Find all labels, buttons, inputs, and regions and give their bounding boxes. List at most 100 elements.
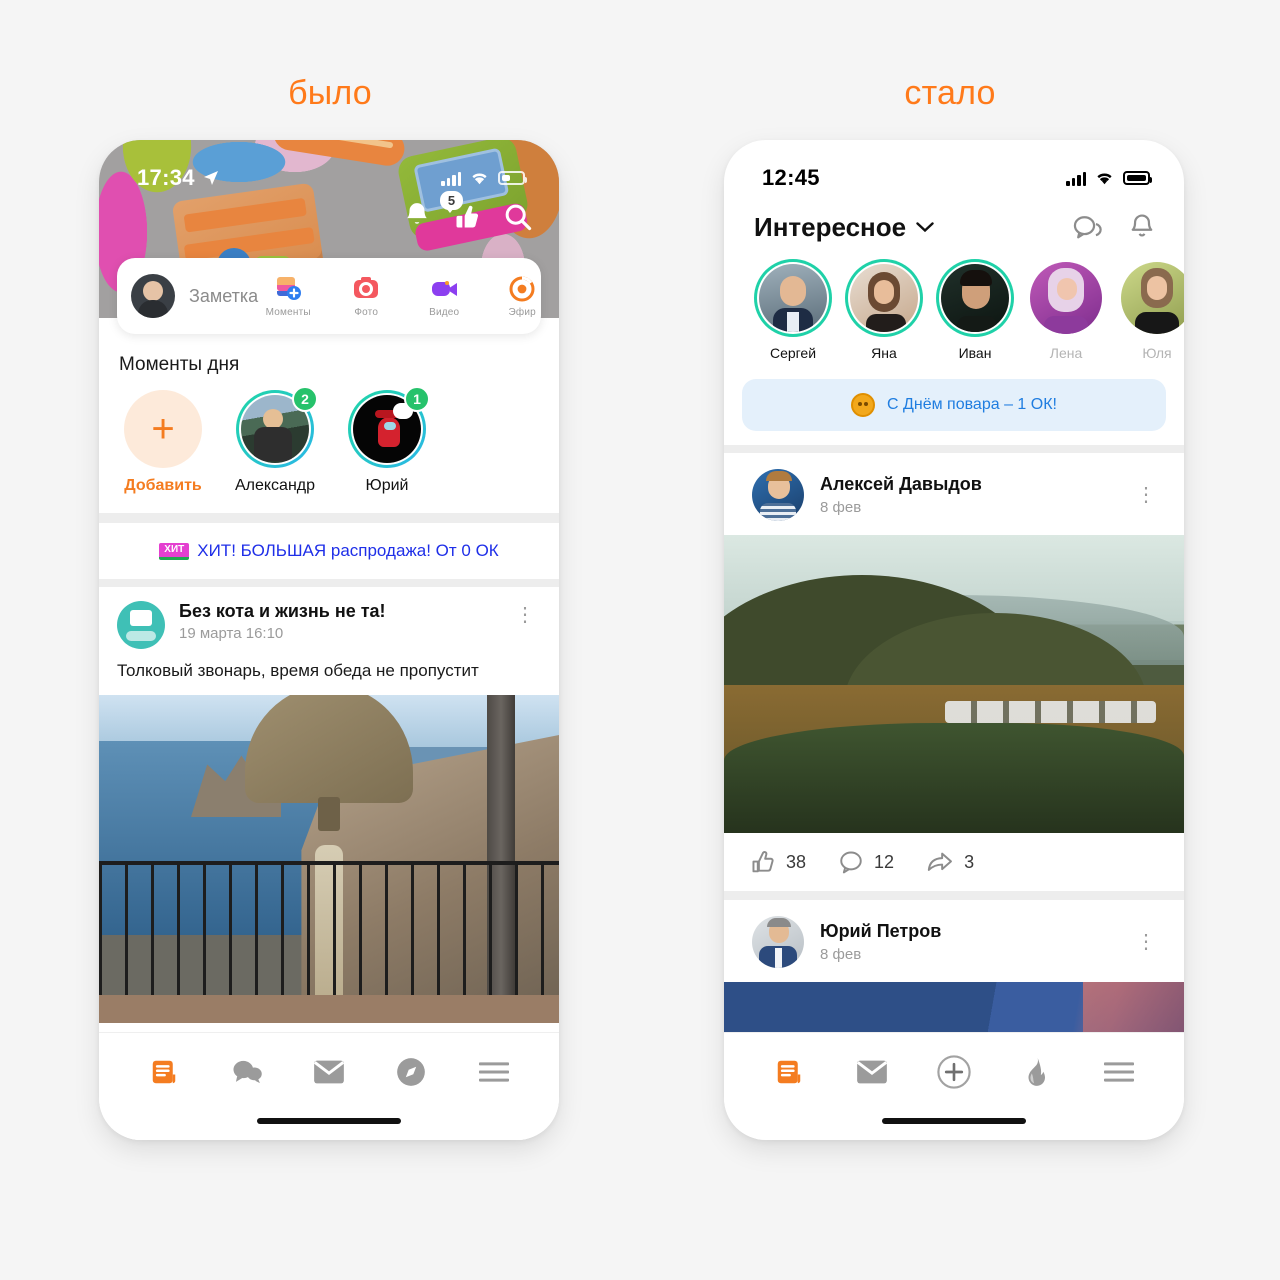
status-time: 12:45 [762, 165, 820, 190]
composer-action-live[interactable]: Эфир [492, 274, 552, 318]
discussions-icon[interactable] [1072, 214, 1104, 242]
discussions-icon [233, 1060, 262, 1084]
moment-count-badge: 2 [292, 386, 318, 412]
phone-before: 5 17:34 [99, 140, 559, 1140]
post-author-avatar[interactable] [752, 469, 804, 521]
composer-action-moments[interactable]: Моменты [258, 274, 318, 318]
story-name: Юля [1142, 345, 1172, 361]
wifi-icon [472, 172, 487, 184]
bell-icon[interactable] [1128, 213, 1156, 243]
feed-title-dropdown[interactable]: Интересное [754, 212, 934, 243]
post-photo-sky[interactable] [724, 982, 1184, 1038]
status-time: 17:34 [137, 165, 195, 190]
post-author-avatar[interactable] [752, 916, 804, 968]
kebab-menu-icon[interactable]: ⋮ [509, 601, 541, 629]
kebab-menu-icon[interactable]: ⋮ [1130, 928, 1162, 956]
story-item[interactable]: Сергей [754, 259, 832, 361]
promo-text: С Днём повара – 1 ОК! [887, 396, 1057, 413]
composer-action-photo[interactable]: Фото [336, 274, 396, 318]
bell-icon[interactable] [403, 202, 431, 232]
post-photo-landscape[interactable] [724, 535, 1184, 833]
composer-action-video[interactable]: Видео [414, 274, 474, 318]
photo-camera-icon [336, 274, 396, 304]
story-name: Яна [871, 345, 897, 361]
feed-icon [152, 1060, 176, 1084]
post-composer[interactable]: Заметка Моменты Фото Видео Эфир [117, 258, 541, 334]
header-actions-left: 5 [403, 191, 533, 232]
post-photo-bell[interactable] [99, 695, 559, 1023]
moment-count-badge: 1 [404, 386, 430, 412]
share-button[interactable]: 3 [926, 849, 974, 875]
tab-menu[interactable] [466, 1051, 522, 1093]
story-item[interactable]: Лена [1027, 259, 1105, 361]
tab-feed[interactable] [136, 1051, 192, 1093]
wifi-icon [1097, 172, 1112, 184]
story-ring [936, 259, 1014, 337]
tab-compass[interactable] [383, 1051, 439, 1093]
post-author-avatar[interactable] [117, 601, 165, 649]
like-button[interactable]: 38 [750, 849, 806, 875]
status-bar-left: 17:34 [99, 140, 559, 202]
promo-banner-right[interactable]: С Днём повара – 1 ОК! [742, 379, 1166, 431]
story-ring [1118, 259, 1184, 337]
section-divider [724, 445, 1184, 453]
add-moment-circle: + [124, 390, 202, 468]
caption-after: стало [904, 74, 996, 112]
header-actions-right [1072, 213, 1156, 243]
tab-add-post[interactable] [926, 1051, 982, 1093]
moment-add[interactable]: + Добавить [119, 390, 207, 495]
tab-flame[interactable] [1008, 1051, 1064, 1093]
post-header: Юрий Петров 8 фев ⋮ [724, 900, 1184, 982]
story-name: Сергей [769, 345, 817, 361]
story-item[interactable]: Иван [936, 259, 1014, 361]
comment-button[interactable]: 12 [838, 849, 894, 875]
like-count: 38 [786, 851, 807, 872]
post-header: Алексей Давыдов 8 фев ⋮ [724, 453, 1184, 535]
moment-label: Добавить [124, 477, 202, 494]
story-ring [1027, 259, 1105, 337]
moment-ring: 1 [348, 386, 430, 468]
search-icon[interactable] [503, 202, 533, 232]
user-avatar[interactable] [131, 274, 175, 318]
post-author-name[interactable]: Юрий Петров [820, 921, 1130, 942]
tab-feed[interactable] [761, 1051, 817, 1093]
tab-messages[interactable] [844, 1051, 900, 1093]
moment-ring: 2 [236, 386, 318, 468]
tab-bar-left [99, 1032, 559, 1140]
flame-icon [1028, 1058, 1046, 1086]
story-item[interactable]: Юля [1118, 259, 1184, 361]
cellular-signal-icon [441, 171, 461, 186]
story-avatar [1030, 262, 1102, 334]
add-post-icon [937, 1055, 971, 1089]
location-arrow-icon [203, 171, 218, 185]
battery-icon [1123, 171, 1152, 185]
section-divider [99, 579, 559, 587]
moments-section: Моменты дня + Добавить 2 Александр 1 Юри… [99, 336, 559, 495]
promo-banner-left[interactable]: ХИТ ХИТ! БОЛЬШАЯ распродажа! От 0 ОК [99, 523, 559, 579]
share-count: 3 [964, 851, 975, 872]
likes-count-badge: 5 [440, 191, 463, 213]
story-item[interactable]: Яна [845, 259, 923, 361]
likes-button[interactable]: 5 [440, 191, 481, 231]
moments-title: Моменты дня [119, 354, 240, 375]
messages-icon [856, 1060, 887, 1084]
moment-item[interactable]: 2 Александр [231, 386, 319, 495]
post-date: 19 марта 16:10 [179, 625, 284, 642]
tab-discussions[interactable] [219, 1051, 275, 1093]
home-indicator [882, 1118, 1026, 1124]
caption-before: было [288, 74, 372, 112]
post-author-name[interactable]: Без кота и жизнь не та! [179, 601, 509, 622]
story-avatar [1121, 262, 1184, 334]
status-bar-right: 12:45 [724, 140, 1184, 202]
moments-list: + Добавить 2 Александр 1 Юрий [117, 386, 541, 495]
note-input[interactable]: Заметка [189, 286, 258, 307]
moment-label: Александр [234, 477, 316, 494]
kebab-menu-icon[interactable]: ⋮ [1130, 481, 1162, 509]
post-text: Толковый звонарь, время обеда не пропуст… [117, 661, 479, 680]
post-author-name[interactable]: Алексей Давыдов [820, 474, 1130, 495]
tab-menu[interactable] [1091, 1051, 1147, 1093]
post-header: Без кота и жизнь не та! 19 марта 16:10 ⋮ [99, 587, 559, 659]
moment-item[interactable]: 1 Юрий [343, 386, 431, 495]
composer-action-label: Фото [354, 307, 379, 318]
tab-messages[interactable] [301, 1051, 357, 1093]
